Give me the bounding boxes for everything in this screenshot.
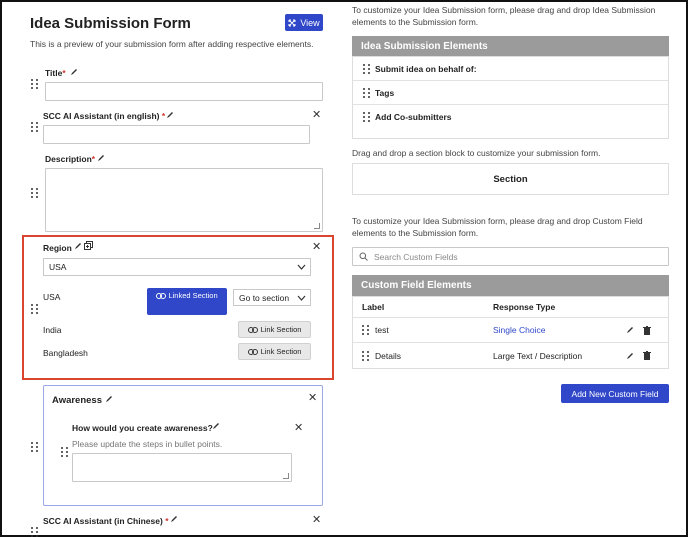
copy-icon[interactable] xyxy=(84,241,93,250)
form-preview-panel: Idea Submission Form View This is a prev… xyxy=(22,2,334,537)
chevron-down-icon xyxy=(297,295,306,301)
custom-fields-column-header: Label Response Type xyxy=(353,297,668,318)
region-selected-value: USA xyxy=(49,262,67,272)
go-to-section-value: Go to section xyxy=(239,292,290,303)
drag-handle-icon[interactable] xyxy=(363,112,370,122)
link-section-button[interactable]: Link Section xyxy=(238,343,311,360)
go-to-section-select[interactable]: Go to section xyxy=(233,289,311,306)
pencil-icon[interactable] xyxy=(97,154,105,162)
drag-handle-icon[interactable] xyxy=(31,122,38,132)
pencil-icon[interactable] xyxy=(105,395,113,403)
custom-field-row: Details Large Text / Description xyxy=(353,343,668,368)
drag-handle-icon[interactable] xyxy=(363,63,370,74)
section-hint: Drag and drop a section block to customi… xyxy=(352,148,601,158)
title-input[interactable] xyxy=(45,82,323,101)
description-textarea[interactable] xyxy=(45,168,323,232)
search-custom-fields-input[interactable]: Search Custom Fields xyxy=(352,247,669,266)
region-option-bangladesh: Bangladesh xyxy=(43,348,88,358)
pencil-icon[interactable] xyxy=(626,326,634,334)
close-icon[interactable]: ✕ xyxy=(312,242,321,253)
element-item[interactable]: Submit idea on behalf of: xyxy=(353,57,668,81)
link-icon xyxy=(247,348,258,355)
expand-icon xyxy=(288,19,296,26)
custom-fields-intro: To customize your Idea Submission form, … xyxy=(352,216,643,238)
close-icon[interactable]: ✕ xyxy=(312,515,321,526)
trash-icon[interactable] xyxy=(643,325,651,335)
drag-handle-icon[interactable] xyxy=(31,442,38,452)
page-subtitle: This is a preview of your submission for… xyxy=(30,39,314,49)
awareness-placeholder: Please update the steps in bullet points… xyxy=(72,439,223,449)
drag-handle-icon[interactable] xyxy=(362,325,369,335)
customize-panel: To customize your Idea Submission form, … xyxy=(352,2,670,535)
pencil-icon[interactable] xyxy=(166,111,174,119)
elements-panel: Idea Submission Elements Submit idea on … xyxy=(352,36,669,139)
response-type-link[interactable]: Single Choice xyxy=(493,325,626,335)
elements-intro: To customize your Idea Submission form, … xyxy=(352,5,656,27)
scc-chinese-label: SCC AI Assistant (in Chinese) * xyxy=(43,516,169,526)
close-icon[interactable]: ✕ xyxy=(294,423,303,434)
scc-english-label: SCC AI Assistant (in english) * xyxy=(43,111,166,121)
pencil-icon[interactable] xyxy=(70,68,78,76)
link-icon xyxy=(156,293,167,300)
pencil-icon[interactable] xyxy=(74,242,82,250)
region-option-usa: USA xyxy=(43,292,61,302)
search-icon xyxy=(359,252,368,261)
drag-handle-icon[interactable] xyxy=(31,304,38,314)
resize-handle[interactable] xyxy=(314,223,320,229)
awareness-label: Awareness xyxy=(52,395,102,406)
page-title: Idea Submission Form xyxy=(30,15,191,32)
drag-handle-icon[interactable] xyxy=(31,79,38,89)
resize-handle[interactable] xyxy=(283,473,289,479)
awareness-textarea[interactable] xyxy=(72,453,292,482)
add-new-custom-field-button[interactable]: Add New Custom Field xyxy=(561,384,669,403)
pencil-icon[interactable] xyxy=(626,352,634,360)
linked-section-button[interactable]: Linked Section xyxy=(147,288,227,315)
drag-handle-icon[interactable] xyxy=(363,87,370,98)
close-icon[interactable]: ✕ xyxy=(308,393,317,404)
custom-fields-panel: Custom Field Elements Label Response Typ… xyxy=(352,275,669,369)
elements-panel-header: Idea Submission Elements xyxy=(352,36,669,56)
custom-fields-header: Custom Field Elements xyxy=(352,275,669,296)
region-select[interactable]: USA xyxy=(43,258,311,276)
view-label: View xyxy=(300,17,320,28)
description-label: Description* xyxy=(45,154,96,164)
region-option-india: India xyxy=(43,325,62,335)
scc-english-input[interactable] xyxy=(43,125,310,144)
element-item[interactable]: Add Co-submitters xyxy=(353,105,668,129)
region-label: Region xyxy=(43,243,72,253)
close-icon[interactable]: ✕ xyxy=(312,110,321,121)
custom-field-row: test Single Choice xyxy=(353,318,668,343)
drag-handle-icon[interactable] xyxy=(61,447,68,457)
chevron-down-icon xyxy=(297,264,306,270)
drag-handle-icon[interactable] xyxy=(31,527,38,537)
view-button[interactable]: View xyxy=(285,14,323,31)
trash-icon[interactable] xyxy=(643,351,651,360)
title-field-label: Title* xyxy=(45,68,66,78)
drag-handle-icon[interactable] xyxy=(31,188,38,198)
pencil-icon[interactable] xyxy=(212,422,220,430)
pencil-icon[interactable] xyxy=(170,515,178,523)
element-item[interactable]: Tags xyxy=(353,81,668,105)
link-icon xyxy=(247,326,258,333)
drag-handle-icon[interactable] xyxy=(362,350,369,361)
awareness-question-label: How would you create awareness? xyxy=(72,423,213,433)
link-section-button[interactable]: Link Section xyxy=(238,321,311,338)
section-block[interactable]: Section xyxy=(352,163,669,195)
